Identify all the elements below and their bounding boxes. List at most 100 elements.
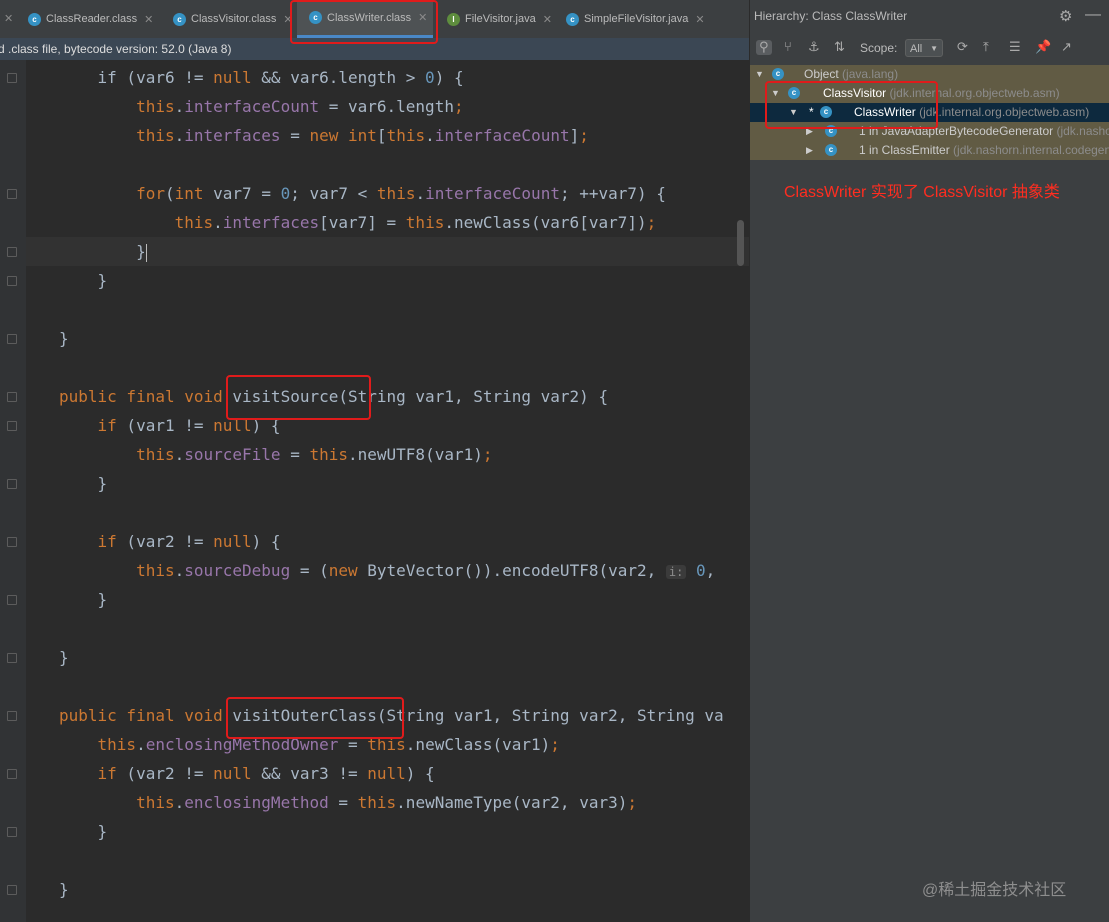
editor-scrollbar[interactable] <box>737 220 744 266</box>
tab-class-writer[interactable]: c ClassWriter.class ✕ <box>297 0 434 38</box>
code-token: null <box>213 68 252 87</box>
code-line[interactable]: } <box>59 266 108 295</box>
code-line[interactable]: } <box>59 324 69 353</box>
fold-marker-icon[interactable] <box>7 247 17 257</box>
close-icon[interactable]: ✕ <box>4 12 13 25</box>
open-in-tool-window-icon[interactable]: ↗ <box>1061 40 1072 55</box>
close-icon[interactable]: ✕ <box>283 13 292 26</box>
fold-marker-icon[interactable] <box>7 392 17 402</box>
code-line[interactable]: } <box>59 817 108 846</box>
fold-marker-icon[interactable] <box>7 595 17 605</box>
code-token: this <box>136 126 175 145</box>
expand-triangle-icon[interactable]: ▼ <box>789 103 798 122</box>
fold-marker-icon[interactable] <box>7 421 17 431</box>
info-bar-text: d .class file, bytecode version: 52.0 (J… <box>0 42 232 56</box>
code-line[interactable]: this.enclosingMethod = this.newNameType(… <box>59 788 637 817</box>
scope-dropdown[interactable]: All ▼ <box>905 39 943 57</box>
sort-alphabetically-icon[interactable]: ⇅ <box>834 40 845 55</box>
code-line[interactable]: } <box>59 643 69 672</box>
code-token: i: <box>665 565 687 579</box>
code-line[interactable]: this.sourceFile = this.newUTF8(var1); <box>59 440 492 469</box>
code-line[interactable]: if (var1 != null) { <box>59 411 281 440</box>
tab-label: SimpleFileVisitor.java <box>584 13 689 25</box>
expand-triangle-icon[interactable]: ▶ <box>806 141 813 160</box>
fold-marker-icon[interactable] <box>7 827 17 837</box>
close-icon[interactable]: ✕ <box>144 13 153 26</box>
code-token: this <box>309 445 348 464</box>
close-icon[interactable]: ✕ <box>543 13 552 26</box>
code-token: . <box>174 793 185 812</box>
fold-marker-icon[interactable] <box>7 769 17 779</box>
expand-triangle-icon[interactable]: ▶ <box>806 122 813 141</box>
code-line[interactable]: } <box>59 469 108 498</box>
code-token: , <box>705 561 716 580</box>
code-token: ; <box>646 213 657 232</box>
code-line[interactable]: if (var6 != null && var6.length > 0) { <box>59 63 464 92</box>
refresh-icon[interactable]: ⟳ <box>957 40 968 55</box>
tree-row-class-visitor[interactable]: ▼ c ClassVisitor (jdk.internal.org.objec… <box>750 84 1109 103</box>
fold-marker-icon[interactable] <box>7 479 17 489</box>
fold-marker-icon[interactable] <box>7 885 17 895</box>
code-token: . <box>174 561 185 580</box>
code-line[interactable]: this.interfaces[var7] = this.newClass(va… <box>59 208 657 237</box>
code-line[interactable]: if (var2 != null && var3 != null) { <box>59 759 435 788</box>
expand-triangle-icon[interactable]: ▼ <box>771 84 780 103</box>
code-line[interactable]: } <box>59 237 147 266</box>
code-token: this <box>136 97 175 116</box>
tree-row-class-writer[interactable]: ▼ * c ClassWriter (jdk.internal.org.obje… <box>750 103 1109 122</box>
fold-marker-icon[interactable] <box>7 189 17 199</box>
code-line[interactable]: } <box>59 875 69 904</box>
code-token: [ <box>376 126 387 145</box>
close-icon[interactable]: ✕ <box>695 13 704 26</box>
class-hierarchy-icon[interactable]: ⚓ <box>808 40 820 55</box>
code-line[interactable]: this.sourceDebug = (new ByteVector()).en… <box>59 556 715 585</box>
tab-label: FileVisitor.java <box>465 13 536 25</box>
supertypes-hierarchy-icon[interactable]: ⚲ <box>756 40 772 55</box>
current-class-marker: * <box>809 105 814 119</box>
code-token: sourceDebug <box>184 561 291 580</box>
scope-label: Scope: <box>860 41 898 55</box>
code-token: } <box>59 242 146 261</box>
code-line[interactable]: this.enclosingMethodOwner = this.newClas… <box>59 730 560 759</box>
tree-row-java-adapter[interactable]: ▶ c 1 in JavaAdapterBytecodeGenerator (j… <box>750 122 1109 141</box>
fold-marker-icon[interactable] <box>7 711 17 721</box>
fold-marker-icon[interactable] <box>7 653 17 663</box>
code-line[interactable]: this.interfaces = new int[this.interface… <box>59 121 589 150</box>
expand-triangle-icon[interactable]: ▼ <box>755 65 764 84</box>
code-token: interfaceCount <box>425 184 560 203</box>
code-line[interactable]: public final void visitSource(String var… <box>59 382 608 411</box>
fold-marker-icon[interactable] <box>7 73 17 83</box>
code-editor[interactable]: if (var6 != null && var6.length > 0) { t… <box>0 60 749 922</box>
code-token: if <box>97 68 117 87</box>
code-line[interactable]: if (var2 != null) { <box>59 527 281 556</box>
hierarchy-tree[interactable]: ▼ c Object (java.lang) ▼ c ClassVisitor … <box>750 65 1109 160</box>
code-line[interactable]: this.interfaceCount = var6.length; <box>59 92 464 121</box>
gear-icon[interactable]: ⚙ <box>1059 7 1072 25</box>
code-line[interactable]: } <box>59 585 108 614</box>
pin-icon[interactable]: 📌 <box>1035 40 1051 55</box>
code-token: ; <box>550 735 560 754</box>
code-token: null <box>213 532 252 551</box>
minimize-icon[interactable]: — <box>1085 6 1101 24</box>
tree-label: 1 in JavaAdapterBytecodeGenerator <box>859 124 1054 138</box>
code-token: .newNameType(var2, var3) <box>396 793 628 812</box>
tab-simple-file-visitor[interactable]: c SimpleFileVisitor.java ✕ <box>566 0 705 38</box>
tab-file-visitor[interactable]: I FileVisitor.java ✕ <box>447 0 552 38</box>
export-icon[interactable]: ⤒ <box>983 40 989 55</box>
tab-class-reader[interactable]: c ClassReader.class ✕ <box>28 0 153 38</box>
tree-row-object[interactable]: ▼ c Object (java.lang) <box>750 65 1109 84</box>
class-icon: c <box>788 87 800 99</box>
fold-marker-icon[interactable] <box>7 537 17 547</box>
tab-class-visitor[interactable]: c ClassVisitor.class ✕ <box>173 0 293 38</box>
subtypes-hierarchy-icon[interactable]: ⑂ <box>784 40 792 55</box>
code-line[interactable]: public final void visitOuterClass(String… <box>59 701 724 730</box>
expand-all-icon[interactable]: ☰ <box>1009 40 1021 55</box>
code-token: interfaces <box>222 213 320 232</box>
code-token: = <box>280 126 310 145</box>
fold-marker-icon[interactable] <box>7 334 17 344</box>
code-line[interactable]: for(int var7 = 0; var7 < this.interfaceC… <box>59 179 666 208</box>
tree-row-class-emitter[interactable]: ▶ c 1 in ClassEmitter (jdk.nashorn.inter… <box>750 141 1109 160</box>
close-icon[interactable]: ✕ <box>418 11 427 24</box>
fold-marker-icon[interactable] <box>7 276 17 286</box>
